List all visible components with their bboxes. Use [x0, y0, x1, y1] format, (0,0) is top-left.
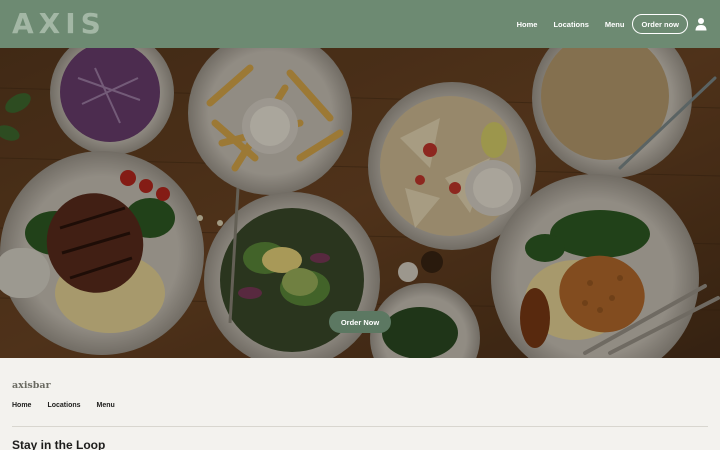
hero-order-now-button[interactable]: Order Now	[329, 311, 391, 333]
hero-banner: Order Now	[0, 48, 720, 358]
site-header: AXIS Home Locations Menu Order now	[0, 0, 720, 48]
nav-locations-link[interactable]: Locations	[553, 20, 588, 29]
footer-divider	[12, 426, 708, 427]
main-nav: Home Locations Menu Order now	[517, 0, 720, 48]
order-now-button[interactable]: Order now	[632, 14, 688, 34]
footer-brand[interactable]: axisbar	[12, 380, 51, 391]
footer-menu-link[interactable]: Menu	[97, 402, 115, 409]
newsletter-title: Stay in the Loop	[12, 438, 106, 450]
footer-nav: Home Locations Menu	[12, 402, 131, 409]
footer-home-link[interactable]: Home	[12, 402, 31, 409]
site-logo[interactable]: AXIS	[12, 8, 106, 40]
footer-locations-link[interactable]: Locations	[47, 402, 80, 409]
user-icon[interactable]	[694, 17, 708, 31]
nav-home-link[interactable]: Home	[517, 20, 538, 29]
nav-menu-link[interactable]: Menu	[605, 20, 625, 29]
